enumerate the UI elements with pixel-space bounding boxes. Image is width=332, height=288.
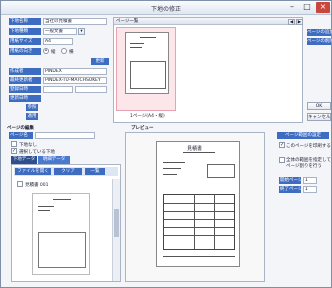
open-file-button[interactable]: ファイルを開く xyxy=(15,168,51,175)
size-select[interactable]: A4 xyxy=(43,38,73,45)
window-title: 下地の修正 xyxy=(150,6,181,13)
maximize-icon[interactable]: □ xyxy=(300,2,314,13)
landscape-label: 横 xyxy=(69,50,74,55)
no-background-label: 下地なし xyxy=(19,143,37,148)
selected-background-checkbox[interactable]: ✓ xyxy=(11,148,17,154)
thumbnail-table xyxy=(130,61,166,89)
background-data-panel: ファイルを開く クリア 一覧 見積書 001 xyxy=(11,164,121,282)
page-range-header: ページ範囲の設定 xyxy=(277,132,329,139)
no-background-checkbox[interactable] xyxy=(11,141,17,147)
page-split-label: 全体の範囲を指定してページ割りを行う xyxy=(286,158,331,169)
page-thumbnail-panel: ページ一覧 1ページ(A4・縦) xyxy=(113,17,303,123)
field-label-created: 登録日時 xyxy=(9,86,41,93)
list-item-label: 見積書 001 xyxy=(25,183,49,188)
portrait-label: 縦 xyxy=(51,50,56,55)
list-item-checkbox[interactable] xyxy=(17,181,23,187)
page-name-input[interactable] xyxy=(35,132,95,139)
tab-background-data[interactable]: 下地データ xyxy=(11,156,37,164)
created-field[interactable] xyxy=(43,86,73,93)
apply-button[interactable]: 適用 xyxy=(26,113,38,120)
update-button[interactable]: 更新 xyxy=(91,58,109,65)
dialog-window: 下地の修正 – □ × 下地名称 当社の見積書 下地種類 一般文書 ▾ 用紙サイ… xyxy=(0,0,332,288)
landscape-radio[interactable] xyxy=(61,48,67,54)
next-page-icon[interactable]: ▶ xyxy=(296,19,303,25)
list-thumbnail-table xyxy=(38,232,86,268)
tab-detail-data[interactable]: 明細データ xyxy=(38,156,70,164)
field-label-type: 下地種類 xyxy=(9,28,41,35)
cancel-button[interactable]: キャンセル xyxy=(307,113,331,121)
start-page-label: 開始ページ xyxy=(279,177,301,184)
field-label-size: 用紙サイズ xyxy=(9,38,41,45)
field-label-author: 作成者 xyxy=(9,68,41,75)
updater-field[interactable]: PINDEX-TU-MATCHSUKEY xyxy=(43,77,107,84)
author-field[interactable]: PINDEX xyxy=(43,68,107,75)
type-select[interactable]: 一般文書 xyxy=(43,28,77,35)
preview-header: プレビュー xyxy=(131,126,154,131)
field-label-updater: 最終更新者 xyxy=(9,77,41,84)
field-label-updated: 更新日時 xyxy=(9,95,41,102)
thumbnail-document xyxy=(125,32,169,94)
portrait-radio[interactable]: • xyxy=(43,48,49,54)
start-page-input[interactable]: 1 xyxy=(303,177,317,184)
preview-doc-title: 見積書 xyxy=(187,146,203,152)
page-name-label: ページ名 xyxy=(9,132,33,139)
print-this-page-checkbox[interactable]: ✓ xyxy=(279,142,285,148)
field-label-name: 下地名称 xyxy=(9,18,41,25)
thumbnail-header: ページ一覧 xyxy=(114,18,302,25)
list-thumbnail-document xyxy=(32,193,90,275)
selected-background-label: 選択している下地 xyxy=(19,150,55,155)
thumbnail-caption: 1ページ(A4・縦) xyxy=(130,114,165,119)
scrollbar-thumb[interactable] xyxy=(114,209,119,237)
preview-stamp-box xyxy=(207,164,235,178)
list-item[interactable]: 見積書 001 xyxy=(15,180,111,189)
title-bar: 下地の修正 – □ × xyxy=(1,1,331,15)
page-edit-header: ページの編集 xyxy=(7,126,34,131)
preview-document: 見積書 xyxy=(156,141,240,267)
vertical-scrollbar[interactable] xyxy=(112,179,120,281)
page-thumbnail[interactable] xyxy=(116,27,176,111)
prev-page-icon[interactable]: ◀ xyxy=(288,19,295,25)
chevron-down-icon[interactable]: ▾ xyxy=(78,28,85,35)
end-page-input[interactable]: 1 xyxy=(303,186,317,193)
clear-button[interactable]: クリア xyxy=(54,168,82,175)
field-label-orientation: 用紙の向き xyxy=(9,48,41,55)
reference-button[interactable]: 参照 xyxy=(26,104,38,111)
add-page-button[interactable]: ページの追加 xyxy=(307,29,332,36)
created-time-field[interactable] xyxy=(75,86,107,93)
minimize-icon[interactable]: – xyxy=(285,2,299,13)
ok-button[interactable]: OK xyxy=(307,102,331,110)
name-input[interactable]: 当社の見積書 xyxy=(43,18,107,25)
close-icon[interactable]: × xyxy=(316,2,330,13)
preview-panel: 見積書 xyxy=(125,132,265,282)
print-this-page-label: このページを印刷する xyxy=(286,144,331,149)
page-split-checkbox[interactable] xyxy=(279,157,285,163)
delete-page-button[interactable]: ページの削除 xyxy=(307,38,332,45)
list-button[interactable]: 一覧 xyxy=(85,168,105,175)
preview-table xyxy=(163,194,235,250)
end-page-label: 終了ページ xyxy=(279,186,301,193)
